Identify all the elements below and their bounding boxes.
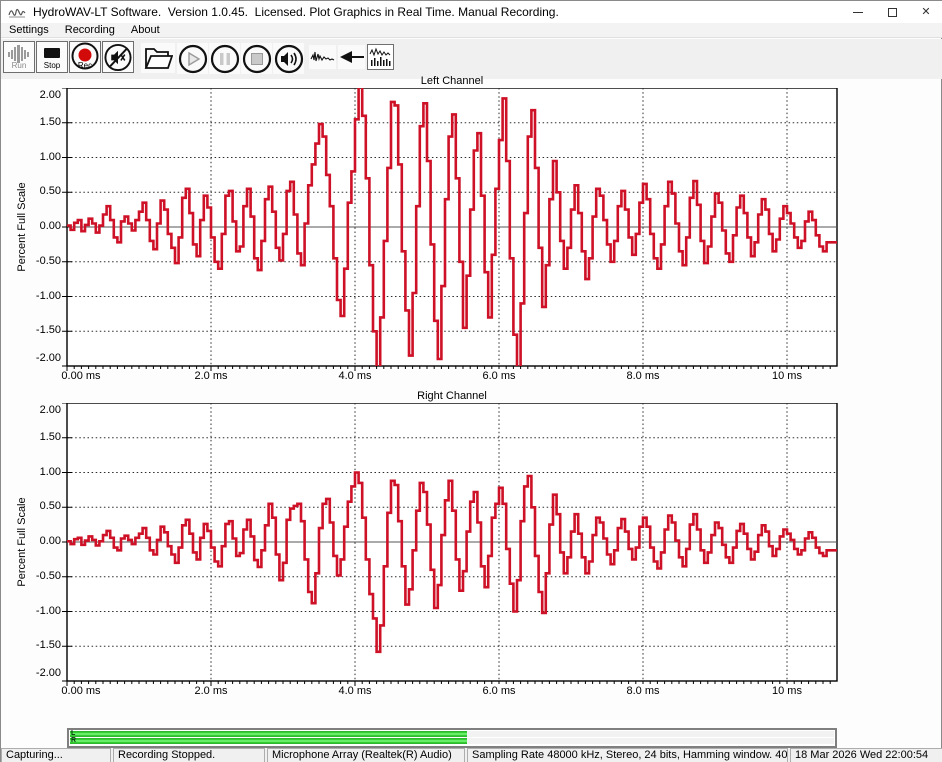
level-meter-left-fill — [70, 731, 467, 737]
y-tick-label: 1.00 — [21, 466, 61, 478]
spectrum-view-button[interactable] — [367, 44, 394, 70]
status-bar: Capturing... Recording Stopped. Micropho… — [1, 748, 942, 762]
close-icon: ✕ — [921, 7, 930, 18]
impulse-icon — [338, 48, 365, 66]
chart-title: Right Channel — [67, 390, 837, 402]
right-channel-chart: Right Channel Percent Full Scale 2.001.5… — [1, 390, 942, 708]
time-series-view-button[interactable] — [309, 45, 336, 69]
x-tick-label: 2.0 ms — [181, 370, 241, 382]
y-tick-label: -1.50 — [21, 639, 61, 651]
x-tick-label: 4.0 ms — [325, 370, 385, 382]
status-recording-state: Recording Stopped. — [113, 748, 265, 762]
stop-label: Stop — [44, 62, 60, 70]
x-tick-label: 8.0 ms — [613, 370, 673, 382]
pause-icon — [210, 44, 240, 74]
plot-area — [62, 403, 842, 689]
maximize-icon — [888, 8, 897, 17]
stop-recording-button[interactable]: Stop — [36, 41, 68, 73]
run-label: Run — [12, 62, 27, 70]
open-file-button[interactable] — [141, 43, 175, 73]
level-meter: L R — [67, 728, 837, 748]
right-channel-meter-label: R — [71, 737, 76, 745]
x-tick-label: 10 ms — [757, 370, 817, 382]
record-button[interactable]: Rec — [69, 41, 101, 73]
y-tick-label: 1.00 — [21, 151, 61, 163]
y-tick-label: 2.00 — [21, 89, 61, 101]
play-icon — [178, 44, 208, 74]
stop-square-icon — [242, 44, 272, 74]
rec-label: Rec — [78, 62, 92, 70]
x-tick-label: 10 ms — [757, 685, 817, 697]
y-tick-label: 0.50 — [21, 500, 61, 512]
x-tick-label: 0.00 ms — [51, 685, 111, 697]
speaker-icon — [274, 44, 304, 74]
minimize-icon — [853, 12, 863, 13]
status-audio-device: Microphone Array (Realtek(R) Audio) — [267, 748, 465, 762]
y-tick-label: 0.00 — [21, 220, 61, 232]
menu-about[interactable]: About — [123, 23, 168, 38]
status-datetime: 18 Mar 2026 Wed 22:00:54 — [790, 748, 942, 762]
level-meter-right-fill — [70, 738, 467, 744]
maximize-button[interactable] — [875, 1, 909, 23]
app-logo-icon — [7, 4, 27, 20]
plot-area — [62, 88, 842, 374]
toolbar: Run Stop Rec — [1, 39, 942, 79]
menu-settings[interactable]: Settings — [1, 23, 57, 38]
y-tick-label: -2.00 — [21, 352, 61, 364]
y-tick-label: -0.50 — [21, 570, 61, 582]
minimize-button[interactable] — [841, 1, 875, 23]
x-tick-label: 2.0 ms — [181, 685, 241, 697]
mute-button[interactable] — [102, 41, 134, 73]
y-tick-label: -2.00 — [21, 667, 61, 679]
window-controls: ✕ — [841, 1, 942, 23]
y-tick-label: 0.50 — [21, 185, 61, 197]
x-tick-label: 6.0 ms — [469, 370, 529, 382]
y-tick-label: -0.50 — [21, 255, 61, 267]
x-tick-label: 8.0 ms — [613, 685, 673, 697]
stop-playback-button[interactable] — [241, 43, 272, 74]
run-button[interactable]: Run — [3, 41, 35, 73]
y-tick-label: 1.50 — [21, 116, 61, 128]
noise-waveform-icon — [310, 48, 335, 66]
close-button[interactable]: ✕ — [909, 1, 942, 23]
level-meter-right-bar: R — [70, 738, 834, 744]
x-tick-label: 0.00 ms — [51, 370, 111, 382]
y-tick-label: 0.00 — [21, 535, 61, 547]
play-button[interactable] — [177, 43, 208, 74]
level-meter-left-bar: L — [70, 731, 834, 737]
left-channel-chart: Left Channel Percent Full Scale 2.001.50… — [1, 75, 942, 393]
impulse-view-button[interactable] — [338, 45, 365, 69]
y-tick-label: -1.00 — [21, 605, 61, 617]
status-sampling-info: Sampling Rate 48000 kHz, Stereo, 24 bits… — [467, 748, 788, 762]
open-folder-icon — [143, 45, 173, 71]
status-capturing: Capturing... — [1, 748, 111, 762]
title-bar: HydroWAV-LT Software. Version 1.0.45. Li… — [1, 1, 942, 23]
spectrum-icon — [369, 46, 392, 68]
chart-title: Left Channel — [67, 75, 837, 87]
y-tick-label: -1.50 — [21, 324, 61, 336]
y-tick-label: 1.50 — [21, 431, 61, 443]
menu-recording[interactable]: Recording — [57, 23, 123, 38]
speaker-button[interactable] — [273, 43, 304, 74]
y-tick-label: 2.00 — [21, 404, 61, 416]
y-tick-label: -1.00 — [21, 290, 61, 302]
x-tick-label: 6.0 ms — [469, 685, 529, 697]
x-tick-label: 4.0 ms — [325, 685, 385, 697]
menu-bar: Settings Recording About — [1, 23, 942, 38]
pause-button[interactable] — [209, 43, 240, 74]
muted-speaker-icon — [103, 43, 133, 72]
window-title: HydroWAV-LT Software. Version 1.0.45. Li… — [33, 5, 559, 19]
